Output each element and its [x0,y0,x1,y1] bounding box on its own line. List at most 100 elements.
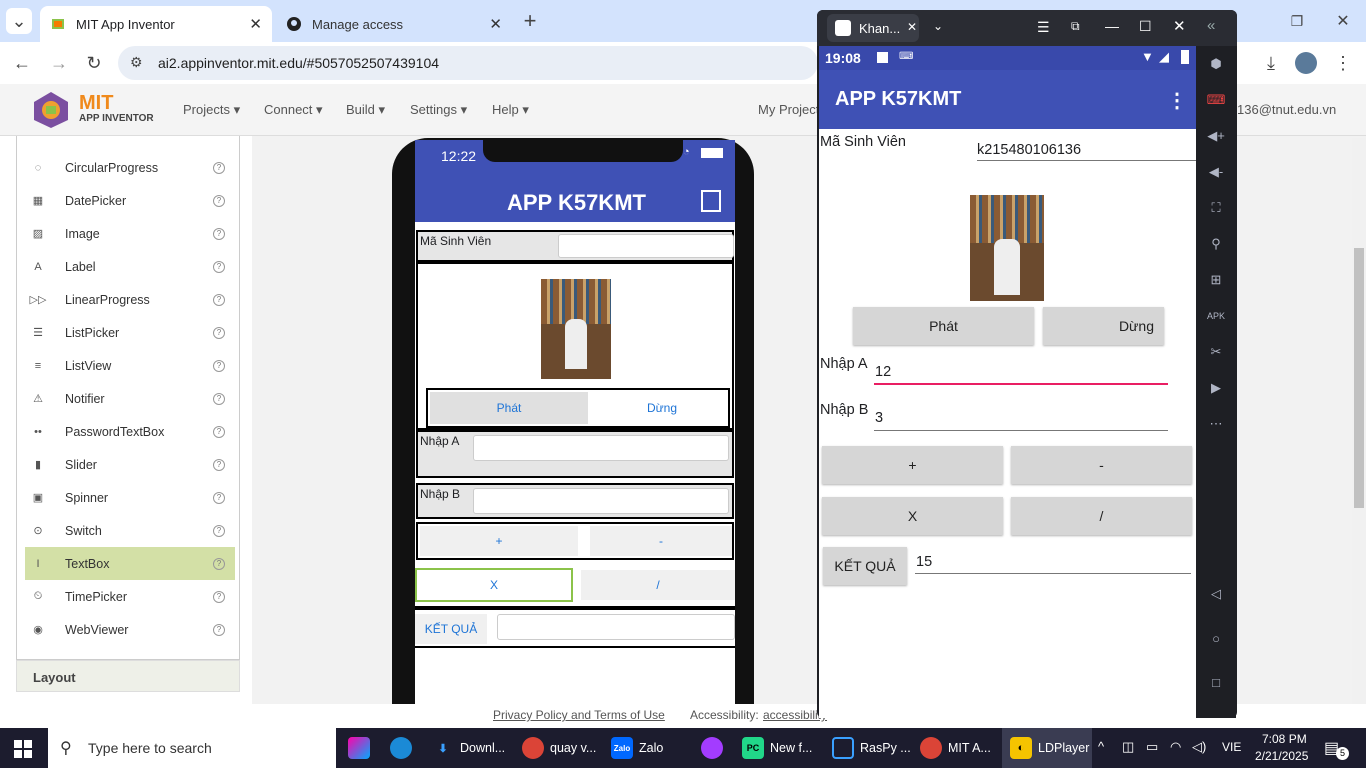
palette-section-layout[interactable]: Layout [16,660,240,692]
collapse-sidebar-icon[interactable]: « [1207,17,1215,34]
help-icon[interactable]: ? [213,557,225,570]
palette-item-linearprogress[interactable]: ▷▷ LinearProgress? [25,283,235,316]
close-tab-icon[interactable]: ✕ [489,15,502,33]
location-icon[interactable]: ⚲ [1206,234,1226,254]
msv-value[interactable]: k215480106136 [977,142,1081,158]
taskbar-app-zalo[interactable]: Zalo Zalo [611,728,663,768]
help-icon[interactable]: ? [213,425,225,438]
help-icon[interactable]: ? [213,458,225,471]
apk-install-icon[interactable]: APK [1206,306,1226,326]
result-value[interactable]: 15 [916,554,932,570]
mul-button[interactable]: X [417,570,571,600]
help-icon[interactable]: ? [213,392,225,405]
browser-menu-icon[interactable]: ⋮ [1330,50,1356,76]
scissors-icon[interactable]: ✂ [1206,342,1226,362]
menu-projects[interactable]: Projects ▾ [183,102,240,118]
tab-mit-app-inventor[interactable]: MIT App Inventor ✕ [40,6,272,42]
help-icon[interactable]: ? [213,161,225,174]
fullscreen-icon[interactable]: ⛶ [1206,198,1226,218]
nhap-a-input[interactable] [473,435,729,461]
clock-date[interactable]: 2/21/2025 [1255,749,1308,763]
help-icon[interactable]: ? [213,260,225,273]
site-info-icon[interactable]: ⚙ [130,54,143,71]
volume-up-icon[interactable]: ◀+ [1206,126,1226,146]
volume-down-icon[interactable]: ◀- [1206,162,1226,182]
restore-window-icon[interactable]: ❐ [1284,8,1310,34]
android-home-icon[interactable]: ○ [1206,628,1226,648]
palette-item-image[interactable]: ▨ Image? [25,217,235,250]
close-tab-icon[interactable]: ✕ [907,20,917,34]
help-icon[interactable]: ? [213,359,225,372]
help-icon[interactable]: ? [213,227,225,240]
palette-item-spinner[interactable]: ▣ Spinner? [25,481,235,514]
more-icon[interactable]: ⋯ [1206,414,1226,434]
minus-button[interactable]: - [590,526,732,556]
palette-item-listpicker[interactable]: ☰ ListPicker? [25,316,235,349]
close-tab-icon[interactable]: ✕ [249,15,262,33]
chevron-down-icon[interactable]: ⌄ [933,19,943,33]
stop-button[interactable]: Dừng [598,392,726,424]
help-icon[interactable]: ? [213,194,225,207]
taskbar-app-ldplayer[interactable]: ◐ LDPlayer [1002,728,1092,768]
nhap-b-input[interactable] [473,488,729,514]
stop-button[interactable]: Dừng [1043,307,1164,345]
taskbar-app-mit[interactable]: MIT A... [920,728,991,768]
div-button[interactable]: / [581,570,735,600]
b-value[interactable]: 3 [875,410,883,426]
overflow-menu-icon[interactable]: ⋮ [1167,88,1187,113]
minimize-icon[interactable]: — [1105,18,1119,34]
palette-item-textbox[interactable]: I TextBox? [25,547,235,580]
taskbar-app-raspy[interactable]: RasPy ... [832,728,911,768]
help-icon[interactable]: ? [213,623,225,636]
palette-item-switch[interactable]: ⊙ Switch? [25,514,235,547]
menu-settings[interactable]: Settings ▾ [410,102,467,118]
keyboard-icon[interactable]: ⌨ [1206,90,1226,110]
network-icon[interactable]: ◠ [1170,739,1181,755]
palette-item-listview[interactable]: ≡ ListView? [25,349,235,382]
palette-item-timepicker[interactable]: ⏲ TimePicker? [25,580,235,613]
palette-item-slider[interactable]: ▮ Slider? [25,448,235,481]
back-icon[interactable]: ← [9,50,35,76]
maximize-icon[interactable]: ☐ [1139,18,1152,35]
reload-icon[interactable]: ↻ [81,50,107,76]
edge-app[interactable] [390,728,418,768]
profile-avatar[interactable] [1295,52,1317,74]
forward-icon[interactable]: → [46,50,72,76]
clock-time[interactable]: 7:08 PM [1262,732,1307,746]
help-icon[interactable]: ? [213,326,225,339]
plus-button[interactable]: + [420,526,578,556]
close-window-icon[interactable]: ✕ [1330,8,1356,34]
a-value[interactable]: 12 [875,364,891,380]
user-email[interactable]: 136@tnut.edu.vn [1237,102,1336,117]
tray-chevron-icon[interactable]: ^ [1098,739,1104,754]
play-button[interactable]: Phát [853,307,1034,345]
taskbar-search[interactable]: ⚲ Type here to search [48,728,336,768]
emulator-tab[interactable]: Khan... ✕ [827,14,919,42]
multi-instance-icon[interactable]: ⧉ [1071,19,1080,34]
windows-start-icon[interactable] [14,740,32,758]
menu-my-projects[interactable]: My Projects [758,102,826,117]
taskbar-app-download[interactable]: ⬇ Downl... [432,728,505,768]
palette-item-label[interactable]: A Label? [25,250,235,283]
help-icon[interactable]: ? [213,491,225,504]
palette-item-webviewer[interactable]: ◉ WebViewer? [25,613,235,646]
android-back-icon[interactable]: ◁ [1206,584,1226,604]
new-tab-icon[interactable]: + [517,8,543,34]
viewer-scrollbar[interactable] [1352,138,1366,704]
ketqua-button[interactable]: KẾT QUẢ [823,547,907,585]
palette-item-notifier[interactable]: ⚠ Notifier? [25,382,235,415]
download-icon[interactable]: ⤓ [1258,50,1284,76]
palette-item-datepicker[interactable]: ▦ DatePicker? [25,184,235,217]
close-icon[interactable]: ✕ [1173,17,1186,35]
taskbar-app-pycharm[interactable]: PC New f... [742,728,812,768]
menu-build[interactable]: Build ▾ [346,102,385,118]
div-button[interactable]: / [1011,497,1192,535]
taskbar-app-chrome-video[interactable]: quay v... [522,728,596,768]
language-indicator[interactable]: VIE [1222,740,1241,754]
mul-button-selected[interactable]: X [415,568,573,602]
battery-icon[interactable]: ▭ [1146,739,1158,755]
settings-icon[interactable]: ⬢ [1206,54,1226,74]
android-recents-icon[interactable]: □ [1206,672,1226,692]
minus-button[interactable]: - [1011,446,1192,484]
url-field[interactable]: ⚙ ai2.appinventor.mit.edu/#5057052507439… [118,46,818,80]
